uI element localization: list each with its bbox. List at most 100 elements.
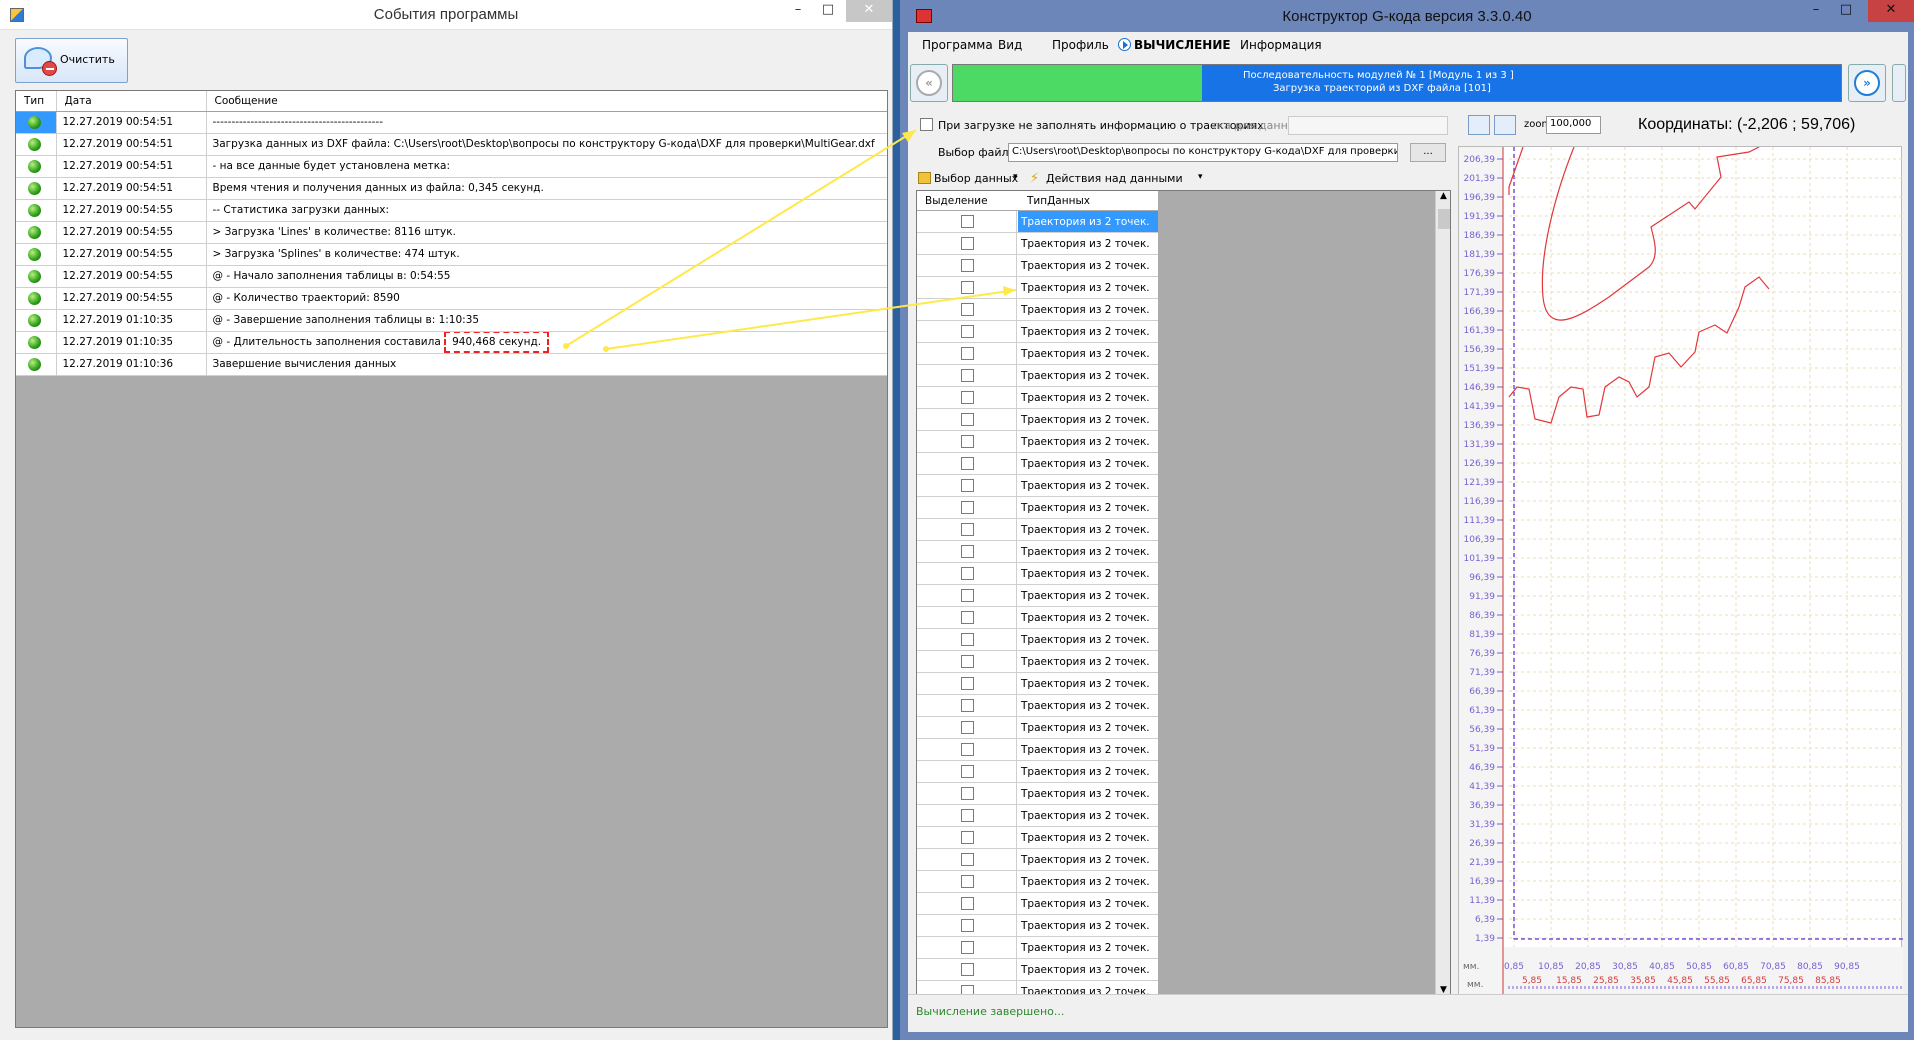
table-row[interactable]: 12.27.2019 01:10:35 @ - Длительность запо… bbox=[16, 331, 887, 354]
list-item[interactable]: Траектория из 2 точек. bbox=[917, 849, 1158, 871]
col-type[interactable]: Тип bbox=[16, 91, 57, 112]
row-checkbox[interactable] bbox=[961, 479, 974, 492]
list-item[interactable]: Траектория из 2 точек. bbox=[917, 717, 1158, 739]
scroll-thumb[interactable] bbox=[1438, 209, 1450, 229]
table-row[interactable]: 12.27.2019 00:54:55 @ - Начало заполнения… bbox=[16, 265, 887, 288]
row-checkbox[interactable] bbox=[961, 765, 974, 778]
grid-scrollbar[interactable]: ▲ ▼ bbox=[1435, 191, 1450, 995]
list-item[interactable]: Траектория из 2 точек. bbox=[917, 805, 1158, 827]
events-grid[interactable]: Тип Дата Сообщение 12.27.2019 00:54:51 --… bbox=[15, 90, 888, 1028]
list-item[interactable]: Траектория из 2 точек. bbox=[917, 563, 1158, 585]
rewind-button[interactable]: « bbox=[910, 64, 948, 102]
row-checkbox[interactable] bbox=[961, 677, 974, 690]
table-row[interactable]: 12.27.2019 01:10:35 @ - Завершение заполн… bbox=[16, 309, 887, 332]
row-checkbox[interactable] bbox=[961, 545, 974, 558]
minimize-icon[interactable]: – bbox=[784, 0, 812, 22]
table-row[interactable]: 12.27.2019 00:54:51 Загрузка данных из DX… bbox=[16, 133, 887, 156]
row-checkbox[interactable] bbox=[961, 501, 974, 514]
table-row[interactable]: 12.27.2019 00:54:55 -- Статистика загрузк… bbox=[16, 199, 887, 222]
menu-view[interactable]: Вид bbox=[998, 38, 1022, 52]
eject-button[interactable] bbox=[1892, 64, 1906, 102]
row-checkbox[interactable] bbox=[961, 809, 974, 822]
menu-calculation[interactable]: ВЫЧИСЛЕНИЕ bbox=[1118, 38, 1231, 52]
close-icon[interactable]: ✕ bbox=[846, 0, 892, 22]
table-row[interactable]: 12.27.2019 00:54:55 > Загрузка 'Lines' в … bbox=[16, 221, 887, 244]
row-checkbox[interactable] bbox=[961, 941, 974, 954]
table-row[interactable]: 12.27.2019 00:54:55 > Загрузка 'Splines' … bbox=[16, 243, 887, 266]
list-item[interactable]: Траектория из 2 точек. bbox=[917, 651, 1158, 673]
list-item[interactable]: Траектория из 2 точек. bbox=[917, 277, 1158, 299]
edit-view-button[interactable] bbox=[1468, 115, 1490, 135]
row-checkbox[interactable] bbox=[961, 281, 974, 294]
drawing-canvas[interactable]: 206,39 201,39 196,39 191,39 186,39 181,39 176,… bbox=[1458, 146, 1903, 997]
scroll-up-icon[interactable]: ▲ bbox=[1440, 191, 1447, 201]
row-checkbox[interactable] bbox=[961, 435, 974, 448]
row-checkbox[interactable] bbox=[961, 303, 974, 316]
row-checkbox[interactable] bbox=[961, 237, 974, 250]
list-item[interactable]: Траектория из 2 точек. bbox=[917, 431, 1158, 453]
table-row[interactable]: 12.27.2019 00:54:51 - на все данные будет… bbox=[16, 155, 887, 178]
row-checkbox[interactable] bbox=[961, 589, 974, 602]
list-item[interactable]: Траектория из 2 точек. bbox=[917, 629, 1158, 651]
maximize-icon[interactable]: □ bbox=[1832, 0, 1860, 22]
row-checkbox[interactable] bbox=[961, 831, 974, 844]
select-data-dropdown[interactable]: Выбор данных bbox=[934, 172, 1018, 185]
table-row[interactable]: 12.27.2019 00:54:51 ---------------------… bbox=[16, 111, 887, 134]
list-item[interactable]: Траектория из 2 точек. bbox=[917, 233, 1158, 255]
list-item[interactable]: Траектория из 2 точек. bbox=[917, 541, 1158, 563]
list-item[interactable]: Траектория из 2 точек. bbox=[917, 607, 1158, 629]
table-row[interactable]: 12.27.2019 00:54:51 Время чтения и получе… bbox=[16, 177, 887, 200]
list-item[interactable]: Траектория из 2 точек. bbox=[917, 783, 1158, 805]
list-item[interactable]: Траектория из 2 точек. bbox=[917, 475, 1158, 497]
row-checkbox[interactable] bbox=[961, 567, 974, 580]
row-checkbox[interactable] bbox=[961, 897, 974, 910]
menu-program[interactable]: Программа bbox=[922, 38, 993, 52]
clear-button[interactable]: Очистить bbox=[15, 38, 128, 83]
list-item[interactable]: Траектория из 2 точек. bbox=[917, 321, 1158, 343]
list-item[interactable]: Траектория из 2 точек. bbox=[917, 299, 1158, 321]
row-checkbox[interactable] bbox=[961, 743, 974, 756]
list-item[interactable]: Траектория из 2 точек. bbox=[917, 871, 1158, 893]
file-path-input[interactable]: C:\Users\root\Desktop\вопросы по констру… bbox=[1008, 143, 1398, 162]
list-item[interactable]: Траектория из 2 точек. bbox=[917, 211, 1158, 233]
list-item[interactable]: Траектория из 2 точек. bbox=[917, 343, 1158, 365]
table-row[interactable]: 12.27.2019 01:10:36 Завершение вычисления… bbox=[16, 353, 887, 376]
col-message[interactable]: Сообщение bbox=[206, 91, 887, 112]
row-checkbox[interactable] bbox=[961, 347, 974, 360]
list-item[interactable]: Траектория из 2 точек. bbox=[917, 827, 1158, 849]
browse-button[interactable]: ... bbox=[1410, 143, 1446, 162]
row-checkbox[interactable] bbox=[961, 523, 974, 536]
row-checkbox[interactable] bbox=[961, 457, 974, 470]
list-item[interactable]: Траектория из 2 точек. bbox=[917, 695, 1158, 717]
list-item[interactable]: Траектория из 2 точек. bbox=[917, 519, 1158, 541]
zoom-input[interactable]: 100,000 bbox=[1546, 116, 1601, 134]
row-checkbox[interactable] bbox=[961, 853, 974, 866]
col-data-type[interactable]: ТипДанных bbox=[1027, 195, 1090, 207]
list-item[interactable]: Траектория из 2 точек. bbox=[917, 255, 1158, 277]
row-checkbox[interactable] bbox=[961, 919, 974, 932]
list-item[interactable]: Траектория из 2 точек. bbox=[917, 409, 1158, 431]
row-checkbox[interactable] bbox=[961, 215, 974, 228]
list-item[interactable]: Траектория из 2 точек. bbox=[917, 673, 1158, 695]
row-checkbox[interactable] bbox=[961, 699, 974, 712]
row-checkbox[interactable] bbox=[961, 787, 974, 800]
list-item[interactable]: Траектория из 2 точек. bbox=[917, 365, 1158, 387]
row-checkbox[interactable] bbox=[961, 655, 974, 668]
menu-profile[interactable]: Профиль bbox=[1052, 38, 1109, 52]
close-icon[interactable]: ✕ bbox=[1868, 0, 1914, 22]
actions-dropdown[interactable]: Действия над данными bbox=[1046, 172, 1183, 185]
list-item[interactable]: Траектория из 2 точек. bbox=[917, 893, 1158, 915]
trajectory-grid[interactable]: Выделение ТипДанных Траектория из 2 точе… bbox=[916, 190, 1451, 996]
list-item[interactable]: Траектория из 2 точек. bbox=[917, 585, 1158, 607]
row-checkbox[interactable] bbox=[961, 325, 974, 338]
row-checkbox[interactable] bbox=[961, 633, 974, 646]
row-checkbox[interactable] bbox=[961, 259, 974, 272]
table-row[interactable]: 12.27.2019 00:54:55 @ - Количество траект… bbox=[16, 287, 887, 310]
row-checkbox[interactable] bbox=[961, 611, 974, 624]
drawing-svg[interactable]: 206,39 201,39 196,39 191,39 186,39 181,39 176,… bbox=[1459, 146, 1903, 997]
list-item[interactable]: Траектория из 2 точек. bbox=[917, 915, 1158, 937]
data-label-input[interactable] bbox=[1288, 116, 1448, 135]
no-fill-checkbox[interactable] bbox=[920, 118, 933, 131]
row-checkbox[interactable] bbox=[961, 413, 974, 426]
list-item[interactable]: Траектория из 2 точек. bbox=[917, 497, 1158, 519]
